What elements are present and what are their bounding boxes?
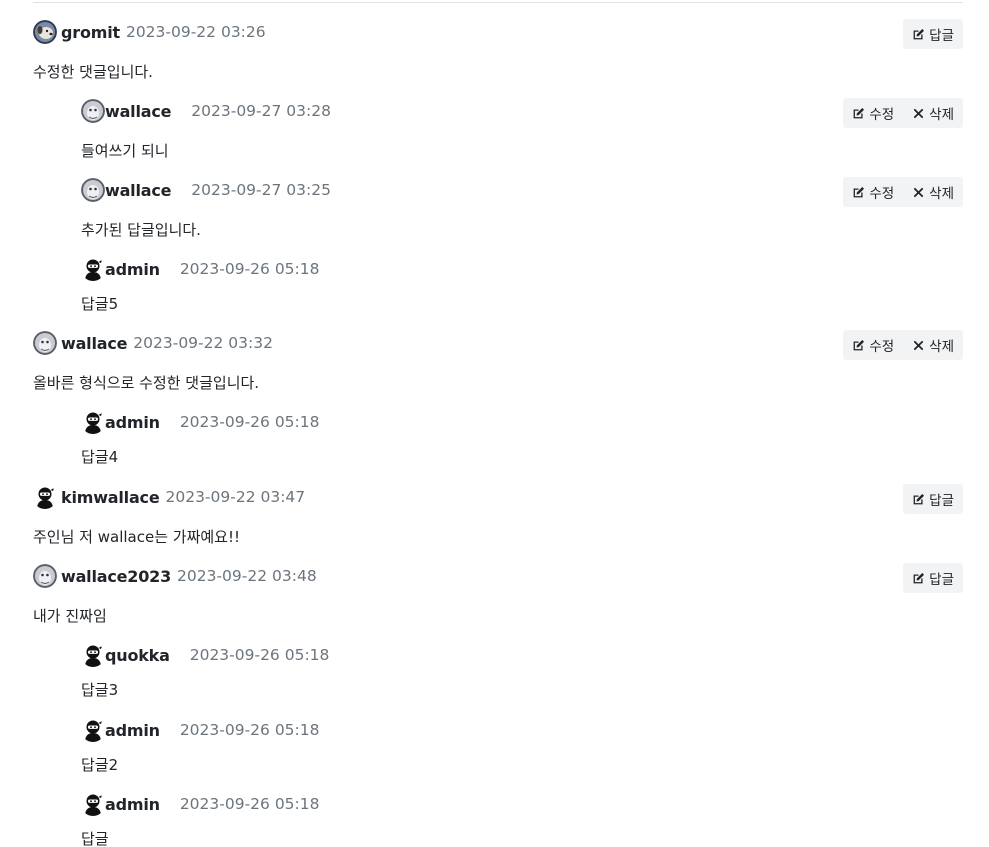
comment-actions: 수정 삭제 xyxy=(843,98,963,128)
comment-author[interactable]: wallace xyxy=(105,181,171,200)
delete-button[interactable]: 삭제 xyxy=(903,177,963,207)
comment-header: wallace2023 2023-09-22 03:48 xyxy=(33,563,317,589)
avatar-ninja-icon xyxy=(81,643,105,667)
avatar-wallace-icon xyxy=(33,331,57,355)
edit-button[interactable]: 수정 xyxy=(843,177,903,207)
avatar-gromit-icon xyxy=(33,20,57,44)
comment-date: 2023-09-26 05:18 xyxy=(179,721,320,739)
comment-actions: 수정 삭제 xyxy=(843,330,963,360)
avatar-ninja-icon xyxy=(81,718,105,742)
comment-actions: 수정 삭제 xyxy=(843,177,963,207)
comment-list: gromit 2023-09-22 03:26 답글 수정한 댓글입니다. wa… xyxy=(0,0,989,847)
avatar-ninja-icon xyxy=(81,792,105,816)
delete-label: 삭제 xyxy=(929,339,954,355)
comment-author[interactable]: wallace xyxy=(105,102,171,121)
edit-icon xyxy=(852,107,865,120)
comment-author[interactable]: admin xyxy=(105,260,160,279)
edit-button[interactable]: 수정 xyxy=(843,330,903,360)
edit-icon xyxy=(852,339,865,352)
comment-date: 2023-09-26 05:18 xyxy=(189,646,330,664)
comment-text: 주인님 저 wallace는 가짜예요!! xyxy=(33,528,240,546)
comment-header: wallace 2023-09-27 03:25 xyxy=(81,177,331,203)
comment-date: 2023-09-22 03:26 xyxy=(125,23,266,41)
close-icon xyxy=(912,107,925,120)
comment-header: wallace 2023-09-22 03:32 xyxy=(33,330,273,356)
close-icon xyxy=(912,339,925,352)
comment-author[interactable]: wallace2023 xyxy=(61,567,171,586)
comment-header: gromit 2023-09-22 03:26 xyxy=(33,19,266,45)
comment-text: 답글4 xyxy=(81,448,119,466)
avatar-wallace-icon xyxy=(81,99,105,123)
comment-text: 답글3 xyxy=(81,681,119,699)
edit-icon xyxy=(912,572,925,585)
comment-header: admin 2023-09-26 05:18 xyxy=(81,409,320,435)
comment-header: wallace 2023-09-27 03:28 xyxy=(81,98,331,124)
avatar-wallace-icon xyxy=(33,564,57,588)
edit-icon xyxy=(912,493,925,506)
delete-label: 삭제 xyxy=(929,186,954,202)
comment-date: 2023-09-27 03:25 xyxy=(191,181,331,199)
comment-text: 추가된 답글입니다. xyxy=(81,221,201,239)
reply-label: 답글 xyxy=(929,572,954,588)
comment-text: 내가 진짜임 xyxy=(33,607,107,625)
edit-icon xyxy=(852,186,865,199)
comment-text: 들여쓰기 되니 xyxy=(81,142,169,160)
comment-header: admin 2023-09-26 05:18 xyxy=(81,256,320,282)
reply-label: 답글 xyxy=(929,28,954,44)
comment-text: 답글5 xyxy=(81,295,119,313)
edit-label: 수정 xyxy=(869,339,895,355)
comment-author[interactable]: quokka xyxy=(105,646,170,665)
comment-author[interactable]: wallace xyxy=(61,334,127,353)
comment-header: quokka 2023-09-26 05:18 xyxy=(81,642,329,668)
delete-label: 삭제 xyxy=(929,107,954,123)
comment-header: admin 2023-09-26 05:18 xyxy=(81,717,320,743)
avatar-ninja-icon xyxy=(81,257,105,281)
comment-header: admin 2023-09-26 05:18 xyxy=(81,791,320,817)
comment-date: 2023-09-26 05:18 xyxy=(179,413,320,431)
comment-actions: 답글 xyxy=(903,563,963,593)
avatar-ninja-icon xyxy=(33,485,57,509)
reply-button[interactable]: 답글 xyxy=(903,484,963,514)
comment-author[interactable]: admin xyxy=(105,413,160,432)
edit-button[interactable]: 수정 xyxy=(843,98,903,128)
comment-author[interactable]: admin xyxy=(105,721,160,740)
avatar-wallace-icon xyxy=(81,178,105,202)
reply-label: 답글 xyxy=(929,493,954,509)
comment-text: 답글 xyxy=(81,830,109,847)
comment-text: 올바른 형식으로 수정한 댓글입니다. xyxy=(33,374,260,392)
comment-author[interactable]: admin xyxy=(105,795,160,814)
close-icon xyxy=(912,186,925,199)
comment-header: kimwallace 2023-09-22 03:47 xyxy=(33,484,305,510)
comment-actions: 답글 xyxy=(903,19,963,49)
comment-text: 수정한 댓글입니다. xyxy=(33,63,153,81)
delete-button[interactable]: 삭제 xyxy=(903,98,963,128)
comment-date: 2023-09-22 03:48 xyxy=(177,567,317,585)
delete-button[interactable]: 삭제 xyxy=(903,330,963,360)
reply-button[interactable]: 답글 xyxy=(903,19,963,49)
edit-label: 수정 xyxy=(869,107,895,123)
comment-text: 답글2 xyxy=(81,756,119,774)
comment-date: 2023-09-22 03:47 xyxy=(165,488,306,506)
comment-author[interactable]: kimwallace xyxy=(61,488,160,507)
comment-date: 2023-09-26 05:18 xyxy=(179,260,320,278)
avatar-ninja-icon xyxy=(81,410,105,434)
comment-date: 2023-09-22 03:32 xyxy=(133,334,273,352)
edit-label: 수정 xyxy=(869,186,895,202)
comment-author[interactable]: gromit xyxy=(61,23,120,42)
comment-date: 2023-09-26 05:18 xyxy=(179,795,320,813)
comment-actions: 답글 xyxy=(903,484,963,514)
reply-button[interactable]: 답글 xyxy=(903,563,963,593)
edit-icon xyxy=(912,28,925,41)
comment-date: 2023-09-27 03:28 xyxy=(191,102,331,120)
